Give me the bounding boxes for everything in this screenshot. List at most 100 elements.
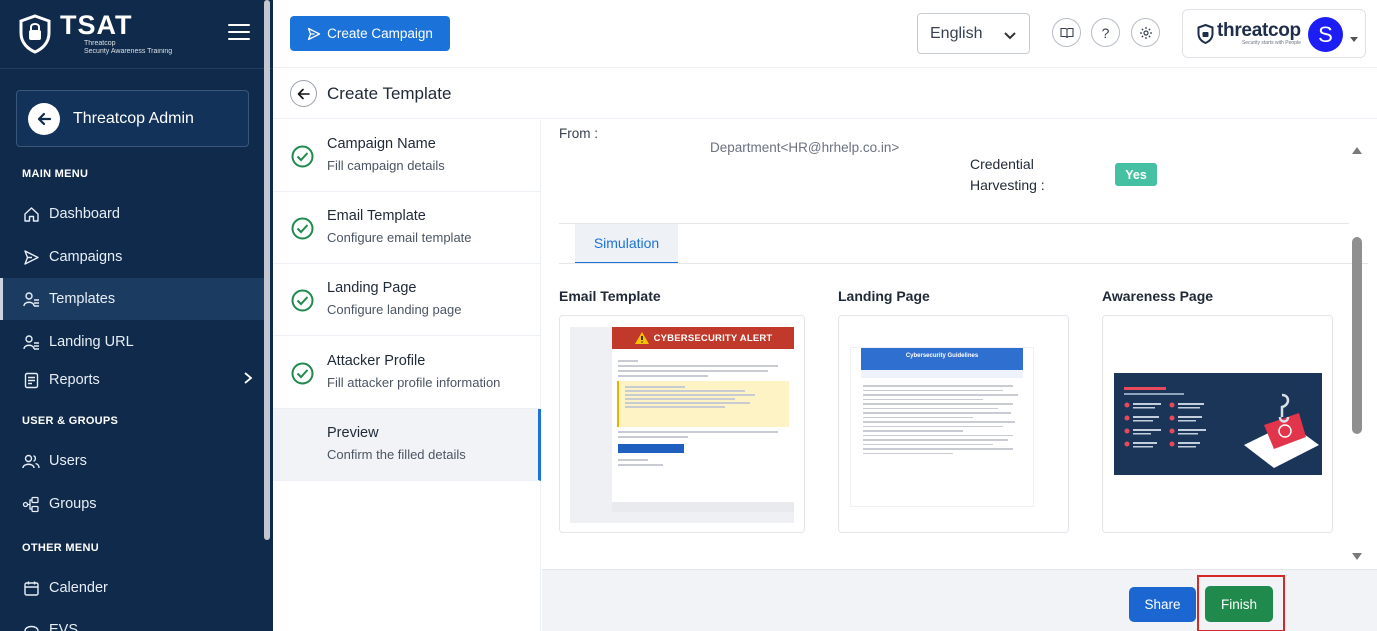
email-template-title: Email Template xyxy=(559,288,661,304)
chevron-right-icon xyxy=(243,371,253,389)
step-title: Campaign Name xyxy=(327,136,436,152)
help-glyph: ? xyxy=(1101,24,1110,41)
gear-icon[interactable] xyxy=(1131,18,1160,47)
sidebar-item-label: Calender xyxy=(49,580,108,596)
scroll-up-arrow[interactable] xyxy=(1352,141,1362,159)
sidebar-item-reports[interactable]: Reports xyxy=(0,359,265,401)
step-attacker-profile[interactable]: Attacker Profile Fill attacker profile i… xyxy=(273,337,541,409)
status-badge: Yes xyxy=(1115,163,1157,186)
check-circle-icon xyxy=(291,217,314,240)
send-icon xyxy=(307,27,321,40)
step-subtitle: Configure email template xyxy=(327,230,472,245)
step-subtitle: Confirm the filled details xyxy=(327,447,466,462)
threatcop-logo: threatcop xyxy=(1217,19,1301,41)
email-highlight-box xyxy=(617,381,789,427)
top-header: Create Campaign English ? threatcop Secu… xyxy=(273,0,1377,68)
profile-menu[interactable]: threatcop Security starts with People S xyxy=(1182,9,1366,58)
landing-url-icon xyxy=(22,333,40,351)
sidebar-item-label: Dashboard xyxy=(49,206,120,222)
email-footer xyxy=(612,502,794,512)
back-button[interactable] xyxy=(290,80,317,107)
awareness-page-card[interactable] xyxy=(1102,315,1333,533)
step-campaign-name[interactable]: Campaign Name Fill campaign details xyxy=(273,120,541,192)
preview-scrollbar-thumb[interactable] xyxy=(1352,237,1362,434)
chevron-down-icon xyxy=(1003,28,1017,46)
awareness-page-title: Awareness Page xyxy=(1102,288,1214,304)
help-icon[interactable]: ? xyxy=(1091,18,1120,47)
share-button[interactable]: Share xyxy=(1129,587,1196,622)
credential-label-line2: Harvesting : xyxy=(970,177,1045,193)
page-title-row: Create Template xyxy=(273,69,1377,119)
threatcop-shield-icon xyxy=(1197,23,1214,44)
sidebar-scrollbar[interactable] xyxy=(264,0,270,540)
sidebar-item-landing-url[interactable]: Landing URL xyxy=(0,321,265,363)
templates-icon xyxy=(22,290,40,308)
language-select[interactable]: English xyxy=(917,13,1030,54)
arrow-left-icon xyxy=(297,88,310,99)
stepper: Campaign Name Fill campaign details Emai… xyxy=(273,120,541,631)
brand-subtitle-2: Security Awareness Training xyxy=(84,48,173,55)
arrow-left-icon xyxy=(28,102,60,135)
step-email-template[interactable]: Email Template Configure email template xyxy=(273,192,541,264)
email-thumbnail: CYBERSECURITY ALERT xyxy=(570,327,794,523)
sidebar-item-label: Landing URL xyxy=(49,334,134,350)
credential-label-line1: Credential xyxy=(970,156,1034,172)
check-circle-icon xyxy=(291,289,314,312)
sidebar-item-label: Groups xyxy=(49,496,97,512)
email-paper: CYBERSECURITY ALERT xyxy=(612,327,794,512)
landing-page-title: Landing Page xyxy=(838,288,930,304)
email-template-card[interactable]: CYBERSECURITY ALERT xyxy=(559,315,805,533)
sidebar-item-label: EVS xyxy=(49,622,79,631)
step-landing-page[interactable]: Landing Page Configure landing page xyxy=(273,264,541,336)
calendar-icon xyxy=(22,579,40,597)
groups-icon xyxy=(22,495,40,513)
page-title: Create Template xyxy=(327,83,452,103)
admin-switch-button[interactable]: Threatcop Admin xyxy=(16,90,249,147)
hamburger-menu-icon[interactable] xyxy=(228,24,250,40)
users-icon xyxy=(22,452,40,470)
landing-thumbnail: Cybersecurity Guidelines xyxy=(850,347,1034,507)
divider xyxy=(0,68,273,69)
home-icon xyxy=(22,205,40,223)
email-alert-text: CYBERSECURITY ALERT xyxy=(653,332,773,344)
sidebar-item-dashboard[interactable]: Dashboard xyxy=(0,193,265,235)
step-title: Preview xyxy=(327,425,379,441)
sidebar-item-campaigns[interactable]: Campaigns xyxy=(0,236,265,278)
user-groups-heading: USER & GROUPS xyxy=(22,415,119,427)
landing-page-card[interactable]: Cybersecurity Guidelines xyxy=(838,315,1069,533)
reports-icon xyxy=(22,371,40,389)
sidebar-item-users[interactable]: Users xyxy=(0,440,265,482)
sidebar-item-evs[interactable]: EVS xyxy=(0,609,265,631)
step-preview[interactable]: Preview Confirm the filled details xyxy=(273,409,541,481)
send-icon xyxy=(22,248,40,266)
sidebar-item-label: Reports xyxy=(49,372,100,388)
sidebar: TSAT Threatcop Security Awareness Traini… xyxy=(0,0,273,631)
avatar[interactable]: S xyxy=(1308,17,1343,52)
email-review-button xyxy=(618,444,684,453)
tab-simulation[interactable]: Simulation xyxy=(575,224,678,264)
create-campaign-button[interactable]: Create Campaign xyxy=(290,16,450,51)
check-circle-icon xyxy=(291,362,314,385)
credential-harvesting-label: Credential Harvesting : xyxy=(970,154,1045,196)
sidebar-item-label: Templates xyxy=(49,291,116,307)
sidebar-item-label: Campaigns xyxy=(49,249,123,265)
awareness-thumbnail xyxy=(1114,373,1322,475)
step-subtitle: Fill campaign details xyxy=(327,158,445,173)
brand-name: TSAT xyxy=(60,10,133,40)
from-label: From : xyxy=(559,126,598,141)
warning-icon xyxy=(634,332,649,344)
sidebar-item-label: Users xyxy=(49,453,87,469)
sidebar-item-templates[interactable]: Templates xyxy=(0,278,265,320)
brand-logo[interactable]: TSAT Threatcop Security Awareness Traini… xyxy=(18,12,172,56)
other-menu-heading: OTHER MENU xyxy=(22,542,99,554)
create-campaign-label: Create Campaign xyxy=(327,26,433,41)
from-value: Department<HR@hrhelp.co.in> xyxy=(710,140,900,155)
finish-button[interactable]: Finish xyxy=(1205,586,1273,622)
shield-logo-icon xyxy=(19,14,51,54)
preview-panel: From : Department<HR@hrhelp.co.in> Crede… xyxy=(542,120,1368,569)
scroll-down-arrow[interactable] xyxy=(1352,548,1362,566)
sidebar-item-calender[interactable]: Calender xyxy=(0,567,265,609)
tab-underline xyxy=(559,263,1368,264)
sidebar-item-groups[interactable]: Groups xyxy=(0,483,265,525)
book-icon[interactable] xyxy=(1052,18,1081,47)
